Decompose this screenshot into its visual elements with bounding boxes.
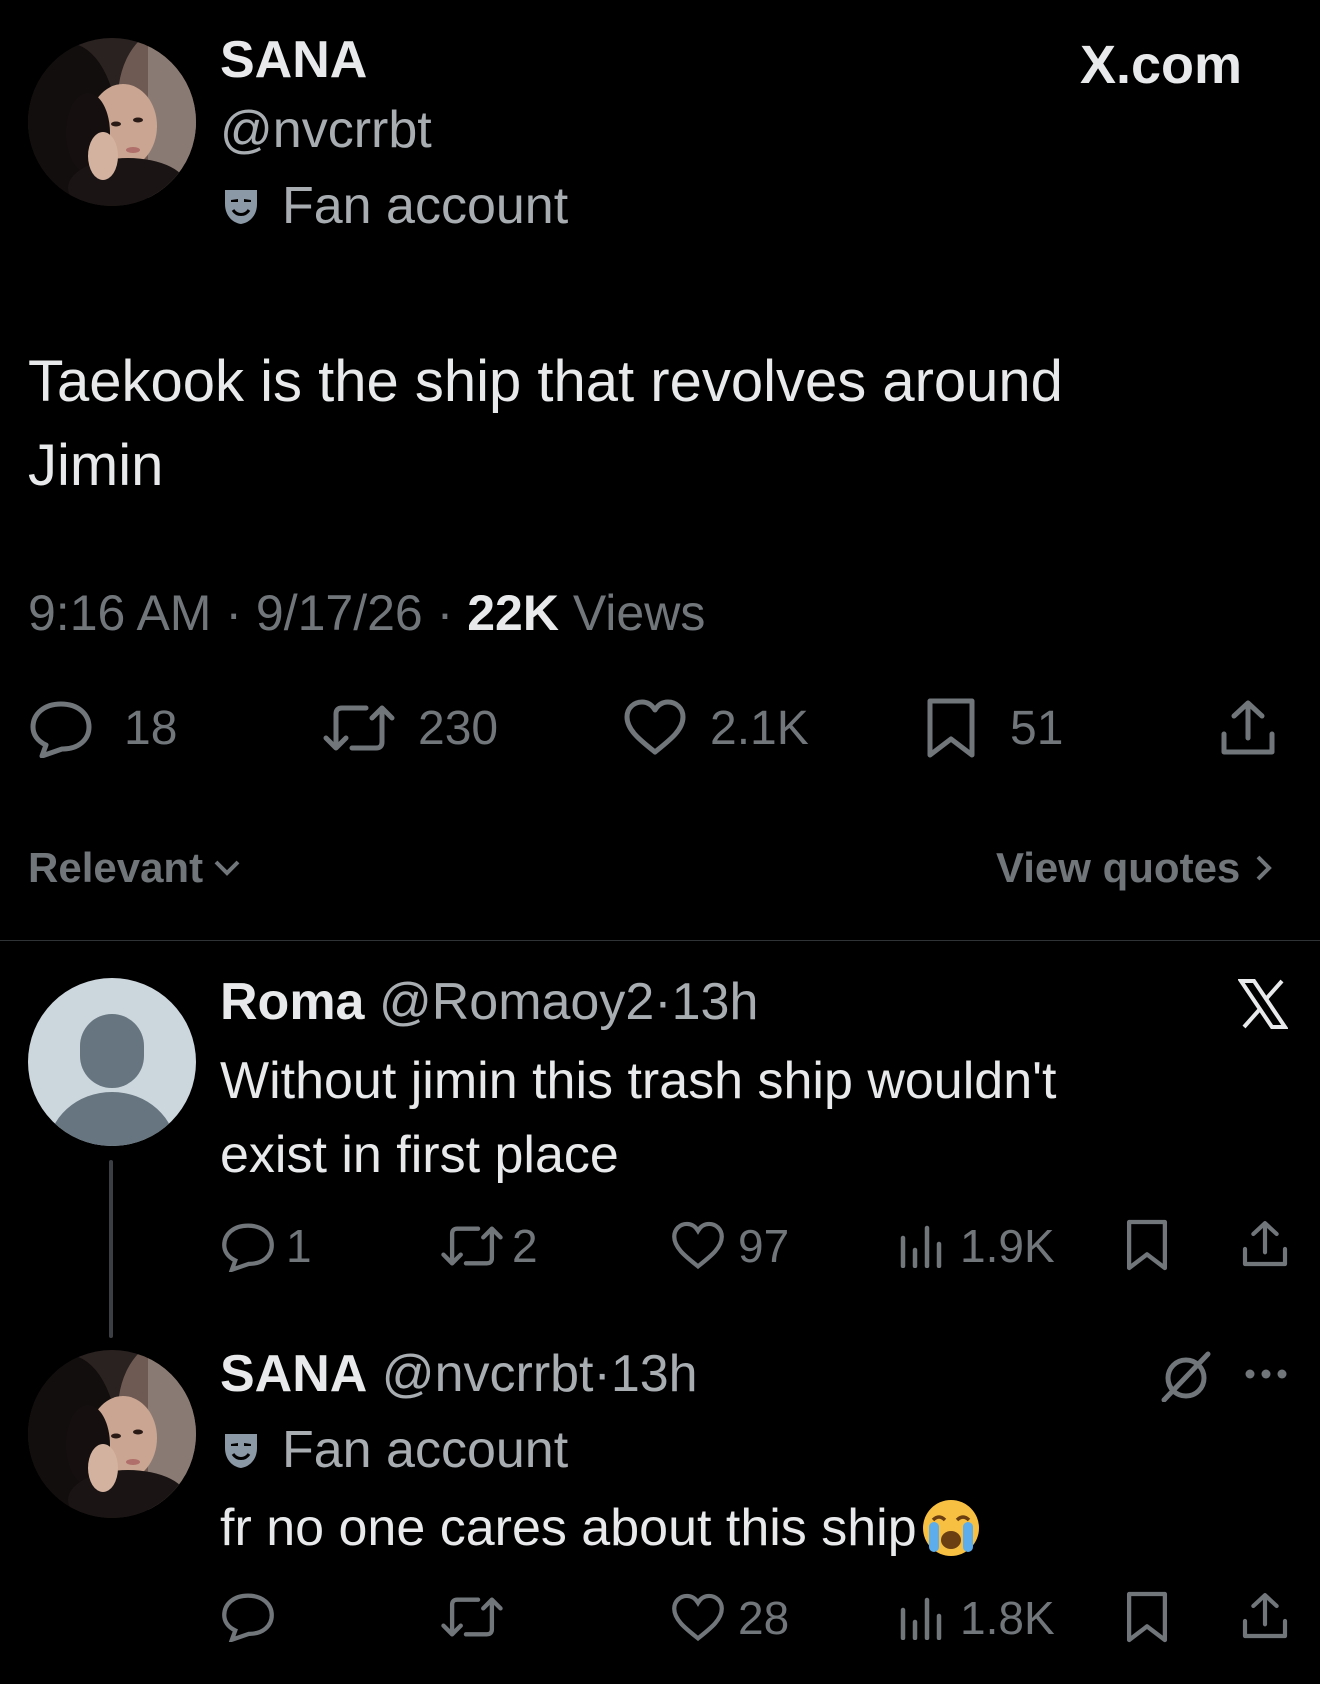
view-quotes-link[interactable]: View quotes	[996, 844, 1274, 892]
repost-count: 230	[418, 701, 499, 755]
sort-label: Relevant	[28, 844, 204, 891]
thread-line	[109, 1160, 113, 1338]
reply1-reply-count: 1	[286, 1220, 312, 1272]
reply1-author-name[interactable]: Roma	[220, 973, 364, 1031]
like-button[interactable]: 2.1K	[622, 698, 809, 758]
reply-button[interactable]: 18	[28, 698, 177, 758]
tweet-text-line-2: Jimin	[28, 433, 164, 498]
reply2-repost-icon[interactable]	[440, 1592, 504, 1642]
bookmark-count: 51	[1010, 701, 1064, 755]
divider	[0, 940, 1320, 941]
tweet-text-line-1: Taekook is the ship that revolves around	[28, 349, 1063, 414]
repost-icon	[322, 700, 396, 756]
reply1-repost-count: 2	[512, 1220, 538, 1272]
reply2-bookmark-icon[interactable]	[1124, 1590, 1170, 1644]
reply2-share-icon[interactable]	[1240, 1590, 1290, 1642]
reply1-like-button[interactable]: 97	[670, 1218, 789, 1274]
reply1-text-line-2: exist in first place	[220, 1126, 619, 1184]
reply2-badge-label: Fan account	[282, 1421, 569, 1479]
view-quotes-label: View quotes	[996, 844, 1241, 891]
share-icon[interactable]	[1218, 698, 1278, 758]
reply2-reply-icon[interactable]	[220, 1590, 276, 1642]
like-count: 2.1K	[710, 701, 809, 755]
reply-avatar-roma[interactable]	[28, 978, 196, 1146]
tweet-date: 9/17/26	[255, 585, 423, 641]
tweet-meta: 9:16 AM · 9/17/26 · 22K Views	[28, 585, 705, 641]
reply-icon	[28, 698, 94, 758]
author-avatar[interactable]	[28, 38, 196, 206]
reply1-repost-button[interactable]: 2	[440, 1218, 538, 1274]
reply1-like-count: 97	[738, 1220, 790, 1272]
reply1-separator: ·	[654, 973, 672, 1031]
reply1-views-count: 1.9K	[960, 1220, 1055, 1272]
reply1-time[interactable]: 13h	[672, 973, 759, 1031]
reply-count: 18	[124, 701, 178, 755]
repost-button[interactable]: 230	[322, 698, 498, 758]
reply1-share-icon[interactable]	[1240, 1218, 1290, 1270]
reply2-views-button[interactable]: 1.8K	[898, 1590, 1055, 1646]
reply-icon	[220, 1220, 276, 1272]
reply2-handle[interactable]: @nvcrrbt	[382, 1345, 594, 1403]
reply-avatar-sana[interactable]	[28, 1350, 196, 1518]
reply2-like-count: 28	[738, 1592, 790, 1644]
meta-separator: ·	[225, 585, 243, 641]
repost-icon	[440, 1221, 504, 1271]
reply2-time[interactable]: 13h	[611, 1345, 698, 1403]
reply2-text-body: fr no one cares about this ship	[220, 1499, 917, 1557]
mask-icon	[222, 1430, 260, 1470]
reply1-text: Without jimin this trash ship wouldn't e…	[220, 1044, 1057, 1192]
meta-separator: ·	[436, 585, 454, 641]
tweet-time: 9:16 AM	[28, 585, 212, 641]
views-chart-icon	[898, 1596, 942, 1640]
bookmark-icon	[924, 697, 978, 759]
bookmark-button[interactable]: 51	[924, 698, 1063, 758]
x-logo-icon	[1238, 978, 1288, 1030]
mask-icon	[222, 186, 260, 226]
sort-dropdown[interactable]: Relevant	[28, 844, 241, 892]
reply2-separator: ·	[593, 1345, 611, 1403]
views-chart-icon	[898, 1224, 942, 1268]
views-count[interactable]: 22K	[467, 585, 559, 641]
reply2-author-name[interactable]: SANA	[220, 1345, 367, 1403]
reply2-like-button[interactable]: 28	[670, 1590, 789, 1646]
site-label: X.com	[1080, 35, 1243, 95]
crying-emoji-icon	[921, 1498, 981, 1558]
reply2-text: fr no one cares about this ship	[220, 1492, 981, 1564]
chevron-down-icon	[213, 858, 241, 878]
reply1-handle[interactable]: @Romaoy2	[379, 973, 654, 1031]
views-label: Views	[572, 585, 706, 641]
more-options-icon[interactable]	[1244, 1368, 1288, 1380]
fan-account-badge: Fan account	[222, 178, 568, 234]
heart-icon	[670, 1220, 726, 1272]
author-handle[interactable]: @nvcrrbt	[220, 100, 432, 160]
tweet-text: Taekook is the ship that revolves around…	[28, 340, 1063, 508]
reply1-bookmark-icon[interactable]	[1124, 1218, 1170, 1272]
author-name[interactable]: SANA	[220, 30, 367, 90]
badge-label: Fan account	[282, 177, 569, 235]
reply2-views-count: 1.8K	[960, 1592, 1055, 1644]
reply1-text-line-1: Without jimin this trash ship wouldn't	[220, 1052, 1057, 1110]
reply2-header: SANA @nvcrrbt·13h	[220, 1342, 698, 1406]
chevron-right-icon	[1254, 853, 1274, 883]
reply1-header: Roma @Romaoy2·13h	[220, 970, 758, 1034]
reply1-reply-button[interactable]: 1	[220, 1218, 312, 1274]
heart-icon	[670, 1592, 726, 1644]
heart-icon	[622, 698, 688, 758]
reply2-fan-account-badge: Fan account	[222, 1422, 568, 1478]
grok-icon[interactable]	[1160, 1350, 1212, 1402]
reply1-views-button[interactable]: 1.9K	[898, 1218, 1055, 1274]
